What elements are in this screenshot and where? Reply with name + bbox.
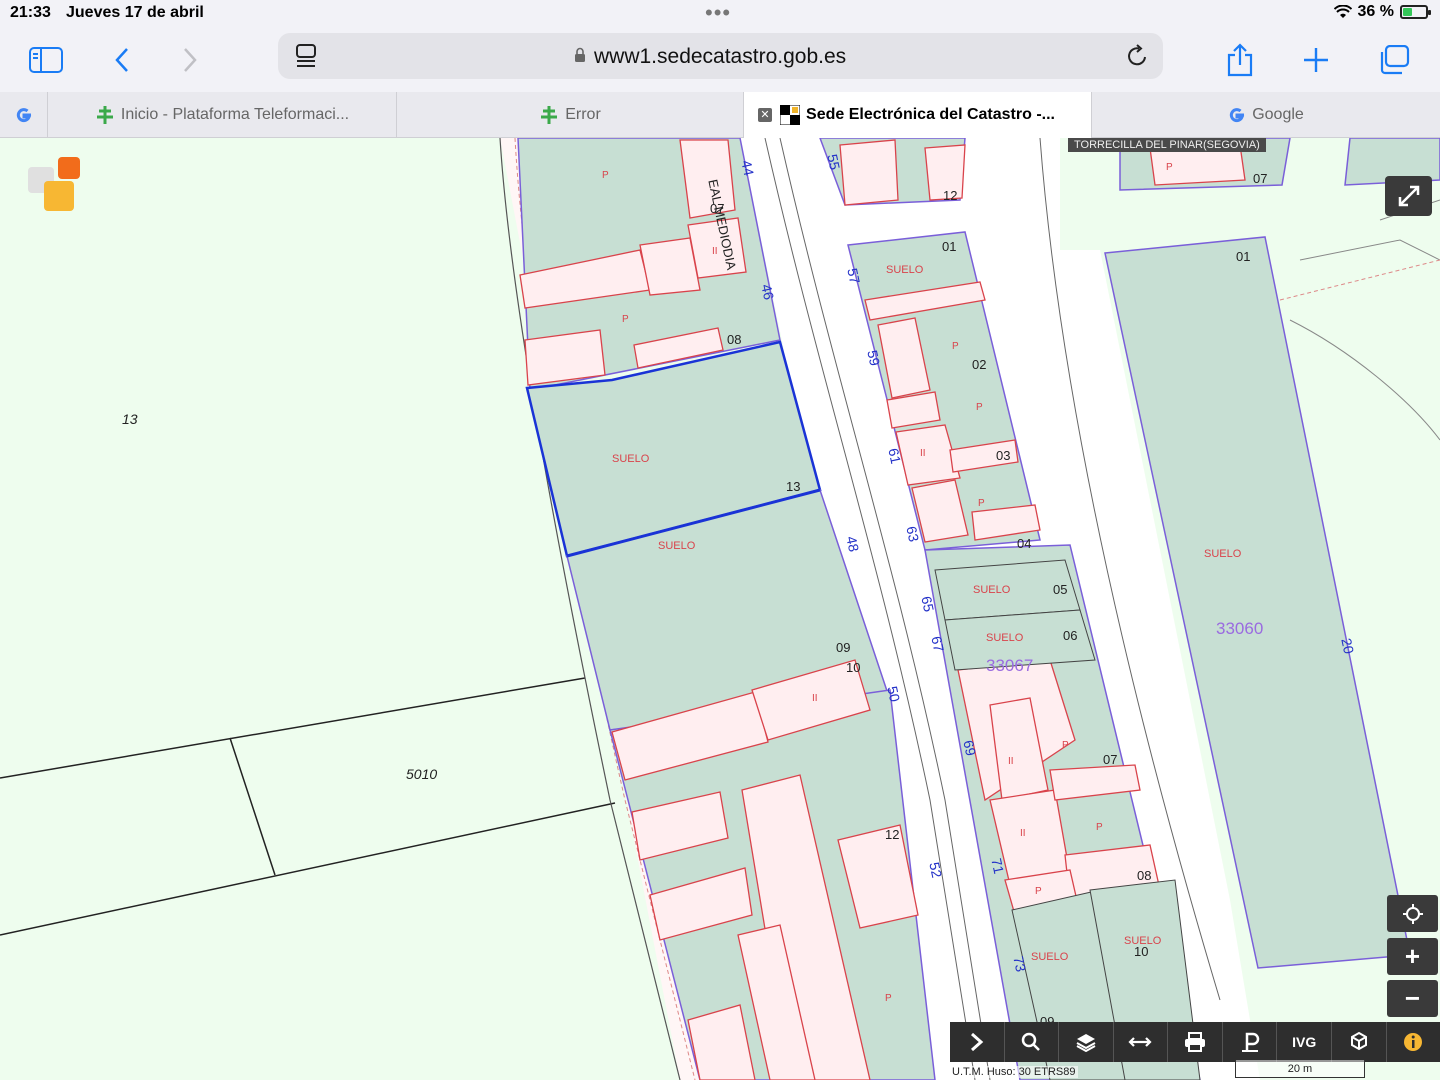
google-icon (16, 108, 31, 123)
tab-google-small[interactable] (0, 92, 48, 138)
tab-label: Sede Electrónica del Catastro -... (806, 106, 1055, 123)
parking-icon[interactable] (1223, 1022, 1278, 1062)
url-text: www1.sedecatastro.gob.es (594, 45, 847, 68)
map-toolbar: IVG (950, 1022, 1440, 1062)
map-canvas[interactable] (0, 138, 1440, 1080)
utm-label: U.T.M. Huso: 30 ETRS89 (950, 1066, 1078, 1078)
battery-level (1403, 8, 1412, 16)
tab-label: Error (565, 106, 601, 123)
multitasking-dots-icon[interactable]: ••• (705, 0, 731, 26)
status-time: 21:33 (10, 4, 51, 21)
zoom-out-button[interactable]: − (1387, 980, 1438, 1017)
battery-percent: 36 % (1357, 3, 1394, 20)
share-icon[interactable] (1218, 38, 1262, 82)
search-icon[interactable] (1005, 1022, 1060, 1062)
forward-icon[interactable] (168, 38, 212, 82)
close-tab-icon[interactable]: ✕ (758, 108, 772, 122)
new-tab-icon[interactable] (1294, 38, 1338, 82)
lock-icon (575, 47, 585, 62)
parcels-icon[interactable] (1332, 1022, 1387, 1062)
sidebar-icon[interactable] (24, 38, 68, 82)
tab-inicio[interactable]: Inicio - Plataforma Teleformaci... (48, 92, 397, 138)
locate-button[interactable] (1387, 895, 1438, 932)
next-icon[interactable] (950, 1022, 1005, 1062)
locate-icon (1402, 903, 1423, 924)
municipality-label: TORRECILLA DEL PINAR(SEGOVIA) (1068, 138, 1266, 152)
back-icon[interactable] (100, 38, 144, 82)
status-date: Jueves 17 de abril (66, 4, 204, 21)
status-bar: 21:33 Jueves 17 de abril ••• 36 % (0, 0, 1440, 30)
platform-icon (96, 106, 113, 124)
layers-icon[interactable] (1059, 1022, 1114, 1062)
tab-error[interactable]: Error (397, 92, 744, 138)
page-menu-icon[interactable] (294, 43, 318, 69)
cadastral-map[interactable]: 13 5010 33067 33060 EAL MEDIODIA SUELO S… (0, 138, 1440, 1080)
info-icon[interactable] (1387, 1022, 1440, 1062)
reload-icon[interactable] (1125, 43, 1149, 69)
zoom-in-button[interactable]: + (1387, 938, 1438, 975)
battery-icon (1400, 5, 1431, 19)
url-bar[interactable]: www1.sedecatastro.gob.es (278, 33, 1163, 79)
wifi-icon (1333, 5, 1352, 18)
catastro-logo-icon (28, 157, 80, 211)
browser-toolbar: www1.sedecatastro.gob.es (0, 30, 1440, 92)
google-icon (1230, 108, 1245, 123)
tab-catastro[interactable]: ✕ Sede Electrónica del Catastro -... (744, 92, 1092, 138)
print-icon[interactable] (1168, 1022, 1223, 1062)
tab-google[interactable]: Google (1092, 92, 1440, 138)
fullscreen-icon[interactable] (1385, 176, 1432, 216)
ivg-button[interactable]: IVG (1277, 1022, 1332, 1062)
catastro-icon (780, 105, 801, 125)
platform-icon (541, 106, 558, 124)
measure-icon[interactable] (1114, 1022, 1169, 1062)
tab-bar: Inicio - Plataforma Teleformaci... Error… (0, 92, 1440, 138)
tabs-overview-icon[interactable] (1372, 38, 1416, 82)
tab-label: Google (1252, 106, 1304, 123)
tab-label: Inicio - Plataforma Teleformaci... (120, 106, 350, 123)
scale-bar: 20 m (1235, 1060, 1365, 1078)
